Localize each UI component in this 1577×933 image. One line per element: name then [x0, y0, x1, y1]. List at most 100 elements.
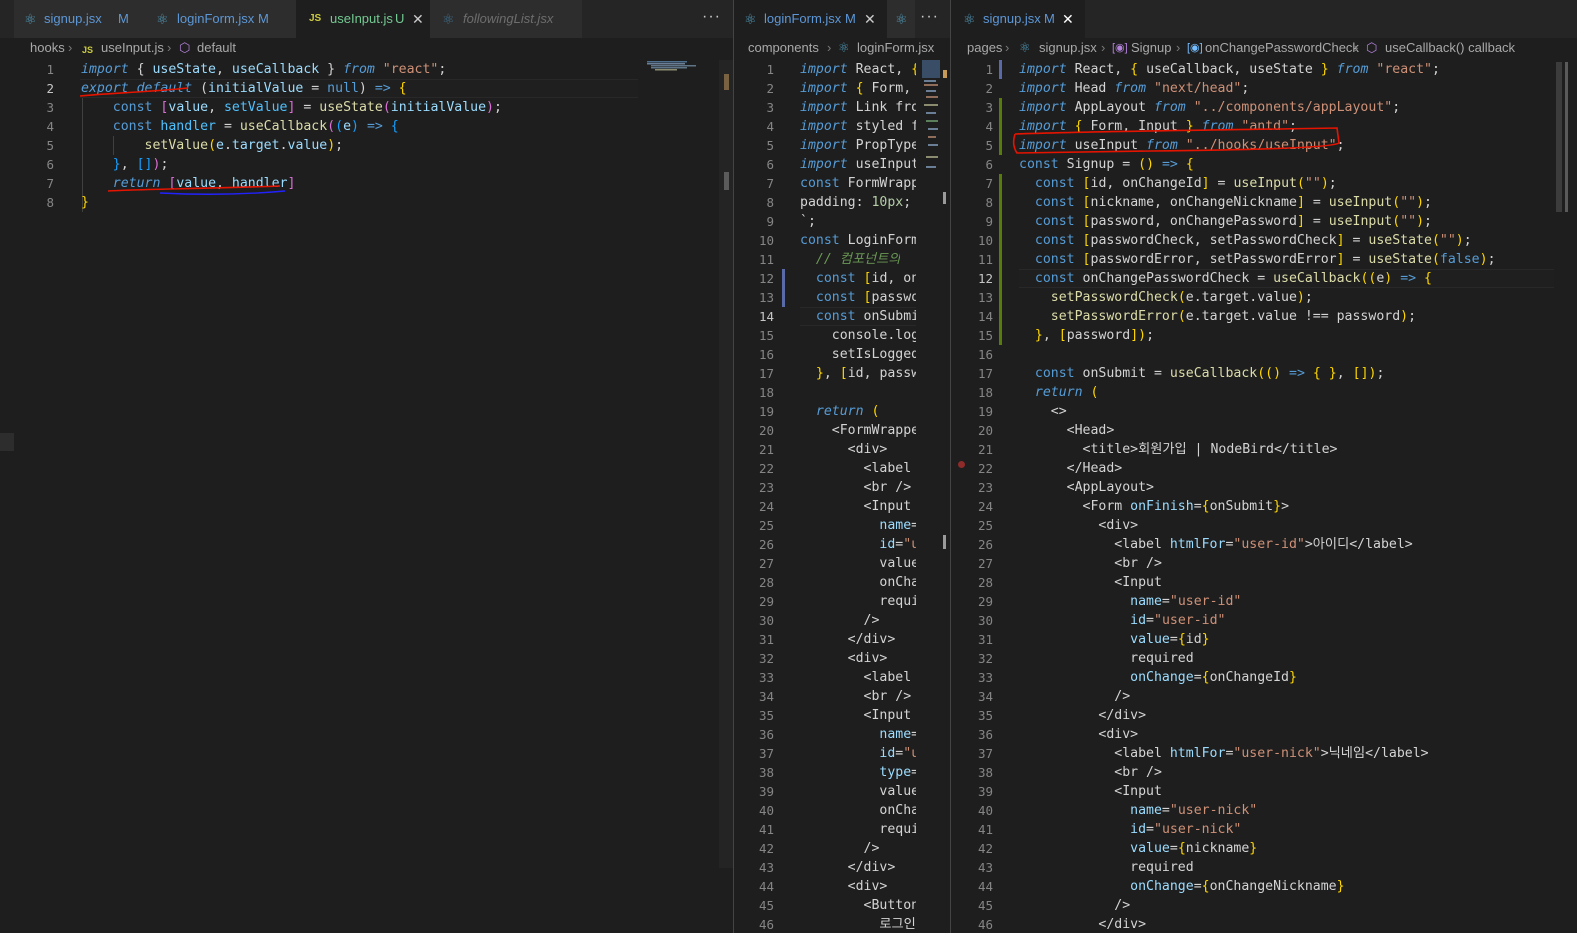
tab-label: useInput.js — [330, 11, 393, 26]
code-line: <> — [1019, 404, 1067, 419]
close-icon[interactable]: ✕ — [864, 0, 876, 38]
close-icon[interactable]: ✕ — [412, 0, 424, 38]
code-line: <label — [800, 461, 912, 476]
code-line: const Signup = () => { — [1019, 157, 1194, 172]
code-area[interactable]: 1 import React, { useCallback, useState }… — [951, 60, 1577, 933]
code-line: import { Form, ' — [800, 81, 916, 96]
breadcrumb-file[interactable]: useInput.js — [101, 38, 164, 58]
line-number: 12 — [977, 271, 993, 286]
code-line: value — [800, 556, 916, 571]
code-line: }, []); — [112, 157, 169, 172]
code-line: /> — [1019, 898, 1131, 913]
tab-loginform[interactable]: ⚛ loginForm.jsx M — [144, 0, 296, 38]
line-number: 6 — [766, 157, 774, 172]
breadcrumb-file[interactable]: loginForm.jsx — [857, 38, 934, 58]
line-number: 23 — [977, 480, 993, 495]
code-line: <br /> — [1019, 765, 1162, 780]
more-actions-icon[interactable]: ··· — [702, 0, 721, 38]
minimap-scroll[interactable] — [1556, 62, 1562, 212]
tab-signup[interactable]: ⚛ signup.jsx M — [14, 0, 144, 38]
code-area[interactable]: 1 2 3 4 5 6 7 8 import { useState, useCa… — [0, 60, 733, 933]
cube-icon: ⬡ — [1366, 40, 1378, 55]
line-number: 44 — [758, 879, 774, 894]
line-number: 34 — [977, 689, 993, 704]
scrollbar-marker — [943, 535, 946, 549]
tab-signup[interactable]: ⚛ signup.jsx M ✕ — [951, 0, 1085, 38]
minimap[interactable] — [922, 60, 940, 180]
line-number: 31 — [758, 632, 774, 647]
line-number: 14 — [977, 309, 993, 324]
line-number: 42 — [977, 841, 993, 856]
code-line: const [password, onChangePassword] = use… — [1034, 214, 1432, 229]
code-line: required — [1019, 860, 1194, 875]
line-number: 35 — [758, 708, 774, 723]
tab-status: M — [845, 11, 856, 26]
minimap-preview — [922, 60, 940, 168]
line-number: 19 — [977, 404, 993, 419]
chevron-right-icon: › — [1005, 40, 1010, 55]
line-number: 12 — [758, 271, 774, 286]
line-number: 33 — [758, 670, 774, 685]
line-number: 18 — [977, 385, 993, 400]
code-line: </div> — [800, 860, 896, 875]
tab-label: signup.jsx — [44, 11, 102, 26]
line-number: 36 — [977, 727, 993, 742]
line-number: 38 — [977, 765, 993, 780]
code-line: <br /> — [800, 689, 912, 704]
tab-loginform[interactable]: ⚛ loginForm.jsx M ✕ — [734, 0, 887, 38]
line-number: 43 — [758, 860, 774, 875]
line-number: 44 — [977, 879, 993, 894]
line-number: 13 — [977, 290, 993, 305]
code-line: // 컴포넌트의 — [815, 252, 901, 267]
line-number: 46 — [977, 917, 993, 932]
line-number: 28 — [977, 575, 993, 590]
code-line: <AppLayout> — [1019, 480, 1154, 495]
tab-overflow[interactable]: ⚛ — [887, 0, 915, 38]
code-line: <FormWrappe — [800, 423, 916, 438]
code-line: <div> — [1019, 727, 1139, 742]
breadcrumb-symbol[interactable]: onChangePasswordCheck — [1205, 38, 1359, 58]
line-number: 16 — [977, 347, 993, 362]
minimap[interactable] — [645, 60, 720, 72]
tab-followinglist[interactable]: ⚛ followingList.jsx — [430, 0, 582, 38]
line-number: 27 — [758, 556, 774, 571]
breadcrumb-folder[interactable]: pages — [967, 38, 1002, 58]
breadcrumb-folder[interactable]: components — [748, 38, 819, 58]
code-line: const [id, on — [815, 271, 916, 286]
code-area[interactable]: 1 import React, {2 import { Form, ' 3 import… — [734, 60, 950, 933]
line-number: 2 — [46, 81, 54, 96]
close-icon[interactable]: ✕ — [1062, 0, 1074, 38]
line-number: 15 — [758, 328, 774, 343]
code-line: required — [1019, 651, 1194, 666]
line-number: 40 — [977, 803, 993, 818]
line-number: 22 — [758, 461, 774, 476]
line-number: 34 — [758, 689, 774, 704]
line-number: 5 — [985, 138, 993, 153]
code-line: const [id, onChangeId] = useInput(""); — [1034, 176, 1337, 191]
code-line: requi — [800, 594, 916, 609]
code-line: }, [password]); — [1034, 328, 1155, 343]
line-number: 30 — [977, 613, 993, 628]
line-number: 29 — [977, 594, 993, 609]
tab-useinput[interactable]: JS useInput.js U ✕ — [296, 0, 430, 38]
breakpoint-dot[interactable] — [958, 461, 965, 468]
code-line: name= — [879, 518, 916, 533]
breadcrumb-symbol[interactable]: Signup — [1131, 38, 1171, 58]
line-number: 45 — [977, 898, 993, 913]
line-number: 7 — [985, 176, 993, 191]
scroll-track[interactable] — [719, 60, 733, 868]
breadcrumb-file[interactable]: signup.jsx — [1039, 38, 1097, 58]
code-line: 로그인 — [800, 917, 916, 932]
code-line: onCha — [800, 575, 916, 590]
more-actions-icon[interactable]: ··· — [920, 0, 939, 38]
code-line: type= — [879, 765, 916, 780]
code-line: import { useState, useCallback } from "r… — [81, 62, 447, 77]
line-number: 26 — [977, 537, 993, 552]
code-line: <Input — [800, 499, 912, 514]
breadcrumb-folder[interactable]: hooks — [30, 38, 65, 58]
breadcrumb-symbol[interactable]: useCallback() callback — [1385, 38, 1515, 58]
line-number: 5 — [766, 138, 774, 153]
code-line: /> — [1019, 689, 1131, 704]
line-number: 28 — [758, 575, 774, 590]
breadcrumb-symbol[interactable]: default — [197, 38, 236, 58]
